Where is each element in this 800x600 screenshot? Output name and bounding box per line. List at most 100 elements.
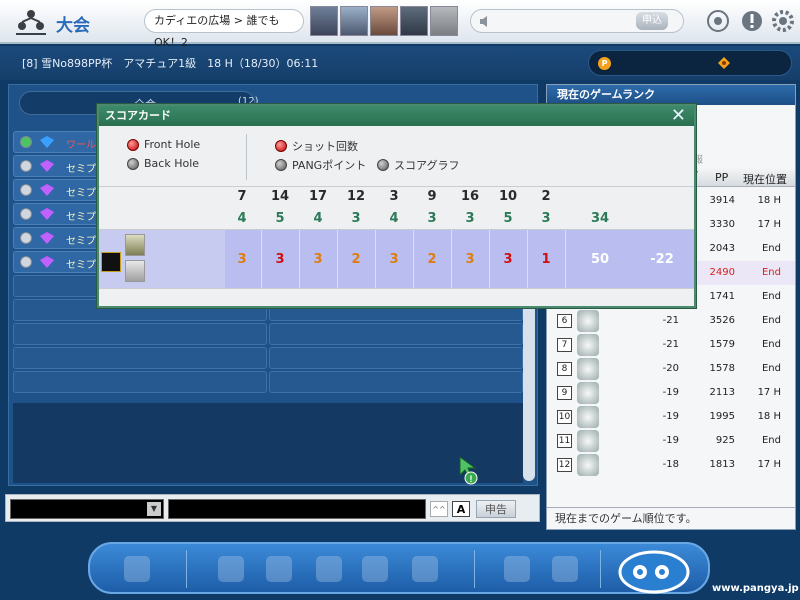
rank-number: 11 (557, 434, 572, 448)
rank-position: End (761, 291, 781, 302)
player-face-1[interactable] (310, 6, 338, 36)
dock-menu-icon-1[interactable] (218, 556, 244, 582)
speaker-icon (480, 16, 487, 27)
empty-cell (269, 371, 523, 393)
rank-wing-icon (40, 256, 54, 268)
avatar (577, 358, 599, 380)
close-icon[interactable]: ✕ (671, 106, 686, 126)
player-face-5[interactable] (430, 6, 458, 36)
rank-score: -21 (662, 339, 679, 350)
chevron-down-icon[interactable]: ▼ (147, 502, 161, 516)
dock-menu-icon-4[interactable] (362, 556, 388, 582)
rank-row[interactable]: 6 -21 3526 End (547, 309, 795, 333)
dock-divider (186, 550, 187, 588)
score-total: 50 (590, 252, 610, 267)
hole-par: 3 (465, 211, 475, 226)
dock-menu-icon-5[interactable] (412, 556, 438, 582)
rank-row[interactable]: 11 -19 925 End (547, 429, 795, 453)
apply-button[interactable]: 申込 (636, 12, 668, 30)
rank-pp: 2490 (709, 267, 735, 278)
radio-off-icon[interactable] (127, 157, 139, 170)
rank-row[interactable]: 8 -20 1578 End (547, 357, 795, 381)
player-face-2[interactable] (340, 6, 368, 36)
dock-menu-icon-2[interactable] (266, 556, 292, 582)
dock-menu-icon-6[interactable] (504, 556, 530, 582)
report-button[interactable]: 申告 (476, 500, 516, 518)
rank-number: 10 (557, 410, 572, 424)
top-bar: 大会 カディエの広場 > 誰でもOK！2 申込 (0, 0, 800, 49)
rank-row[interactable]: 12 -18 1813 17 H (547, 453, 795, 477)
rank-position: End (761, 267, 781, 278)
chat-target-select[interactable]: ▼ (10, 499, 164, 519)
rank-number: 6 (557, 314, 572, 328)
chat-log (13, 403, 523, 483)
rank-panel-title: 現在のゲームランク (547, 85, 795, 105)
front-hole-option[interactable]: Front Hole (127, 138, 200, 151)
shot-count-option[interactable]: ショット回数 (275, 138, 358, 154)
dock-menu-icon-7[interactable] (552, 556, 578, 582)
rank-number: 9 (557, 386, 572, 400)
rank-pp: 2043 (709, 243, 735, 254)
gear-icon[interactable] (771, 9, 795, 33)
empty-player-row (13, 371, 523, 393)
tournament-info-bar: [8] 雪No898PP杯 アマチュア1級 18 H（18/30）06:11 P (0, 46, 800, 80)
hole-number: 12 (346, 189, 366, 204)
pang-point-label: PANGポイント (292, 159, 367, 172)
hole-score: 2 (427, 252, 437, 267)
player-face-4[interactable] (400, 6, 428, 36)
score-row: 50 -22 3 3 3 2 3 2 3 3 1 (99, 230, 694, 288)
hole-score: 3 (275, 252, 285, 267)
dock-menu-icon-3[interactable] (316, 556, 342, 582)
hole-par: 4 (237, 211, 247, 226)
exit-door-icon[interactable] (124, 556, 150, 582)
hole-number: 9 (427, 189, 437, 204)
avatar (577, 430, 599, 452)
rank-score: -19 (662, 387, 679, 398)
rank-score: -19 (662, 411, 679, 422)
hole-score: 1 (541, 252, 551, 267)
status-icon (20, 136, 32, 148)
rank-pp: 3330 (709, 219, 735, 230)
radio-off-icon[interactable] (275, 159, 287, 171)
hole-score: 2 (351, 252, 361, 267)
rank-row[interactable]: 10 -19 1995 18 H (547, 405, 795, 429)
radio-on-icon[interactable] (275, 140, 287, 152)
network-icon[interactable] (706, 9, 730, 33)
rank-position: 17 H (757, 219, 781, 230)
alert-icon[interactable] (740, 9, 764, 33)
rank-wing-icon (40, 208, 54, 220)
scorecard-window: スコアカード ✕ Front Hole Back Hole ショット回数 PAN… (97, 104, 696, 308)
radio-on-icon[interactable] (127, 138, 139, 151)
avatar (577, 454, 599, 476)
page-title: 大会 (56, 16, 90, 36)
rank-position: End (761, 339, 781, 350)
back-hole-option[interactable]: Back Hole (127, 157, 199, 170)
hole-score: 3 (313, 252, 323, 267)
rank-row[interactable]: 7 -21 1579 End (547, 333, 795, 357)
breadcrumb[interactable]: カディエの広場 > 誰でもOK！2 (144, 9, 304, 49)
svg-text:!: ! (470, 474, 473, 484)
announcement-bar[interactable]: 申込 (470, 9, 684, 33)
cell-separator (565, 230, 566, 288)
hole-number: 10 (498, 189, 518, 204)
hole-number: 2 (541, 189, 551, 204)
emote-button[interactable]: ^^ (430, 501, 448, 517)
rank-pp: 1578 (709, 363, 735, 374)
chat-input[interactable] (168, 499, 426, 519)
column-position: 現在位置 (743, 173, 787, 186)
front-hole-label: Front Hole (144, 138, 201, 151)
rank-row[interactable]: 9 -19 2113 17 H (547, 381, 795, 405)
radio-off-icon[interactable] (377, 159, 389, 171)
hole-par: 4 (313, 211, 323, 226)
chat-scrollbar[interactable] (523, 301, 535, 481)
cursor-icon: ! (459, 456, 478, 485)
font-button[interactable]: A (452, 501, 470, 517)
score-graph-option[interactable]: スコアグラフ (377, 157, 459, 173)
hole-score: 3 (389, 252, 399, 267)
player-face-3[interactable] (370, 6, 398, 36)
avatar (577, 382, 599, 404)
pang-point-option[interactable]: PANGポイント (275, 157, 366, 173)
option-divider (246, 134, 247, 180)
rank-pp: 3914 (709, 195, 735, 206)
rank-number: 12 (557, 458, 572, 472)
